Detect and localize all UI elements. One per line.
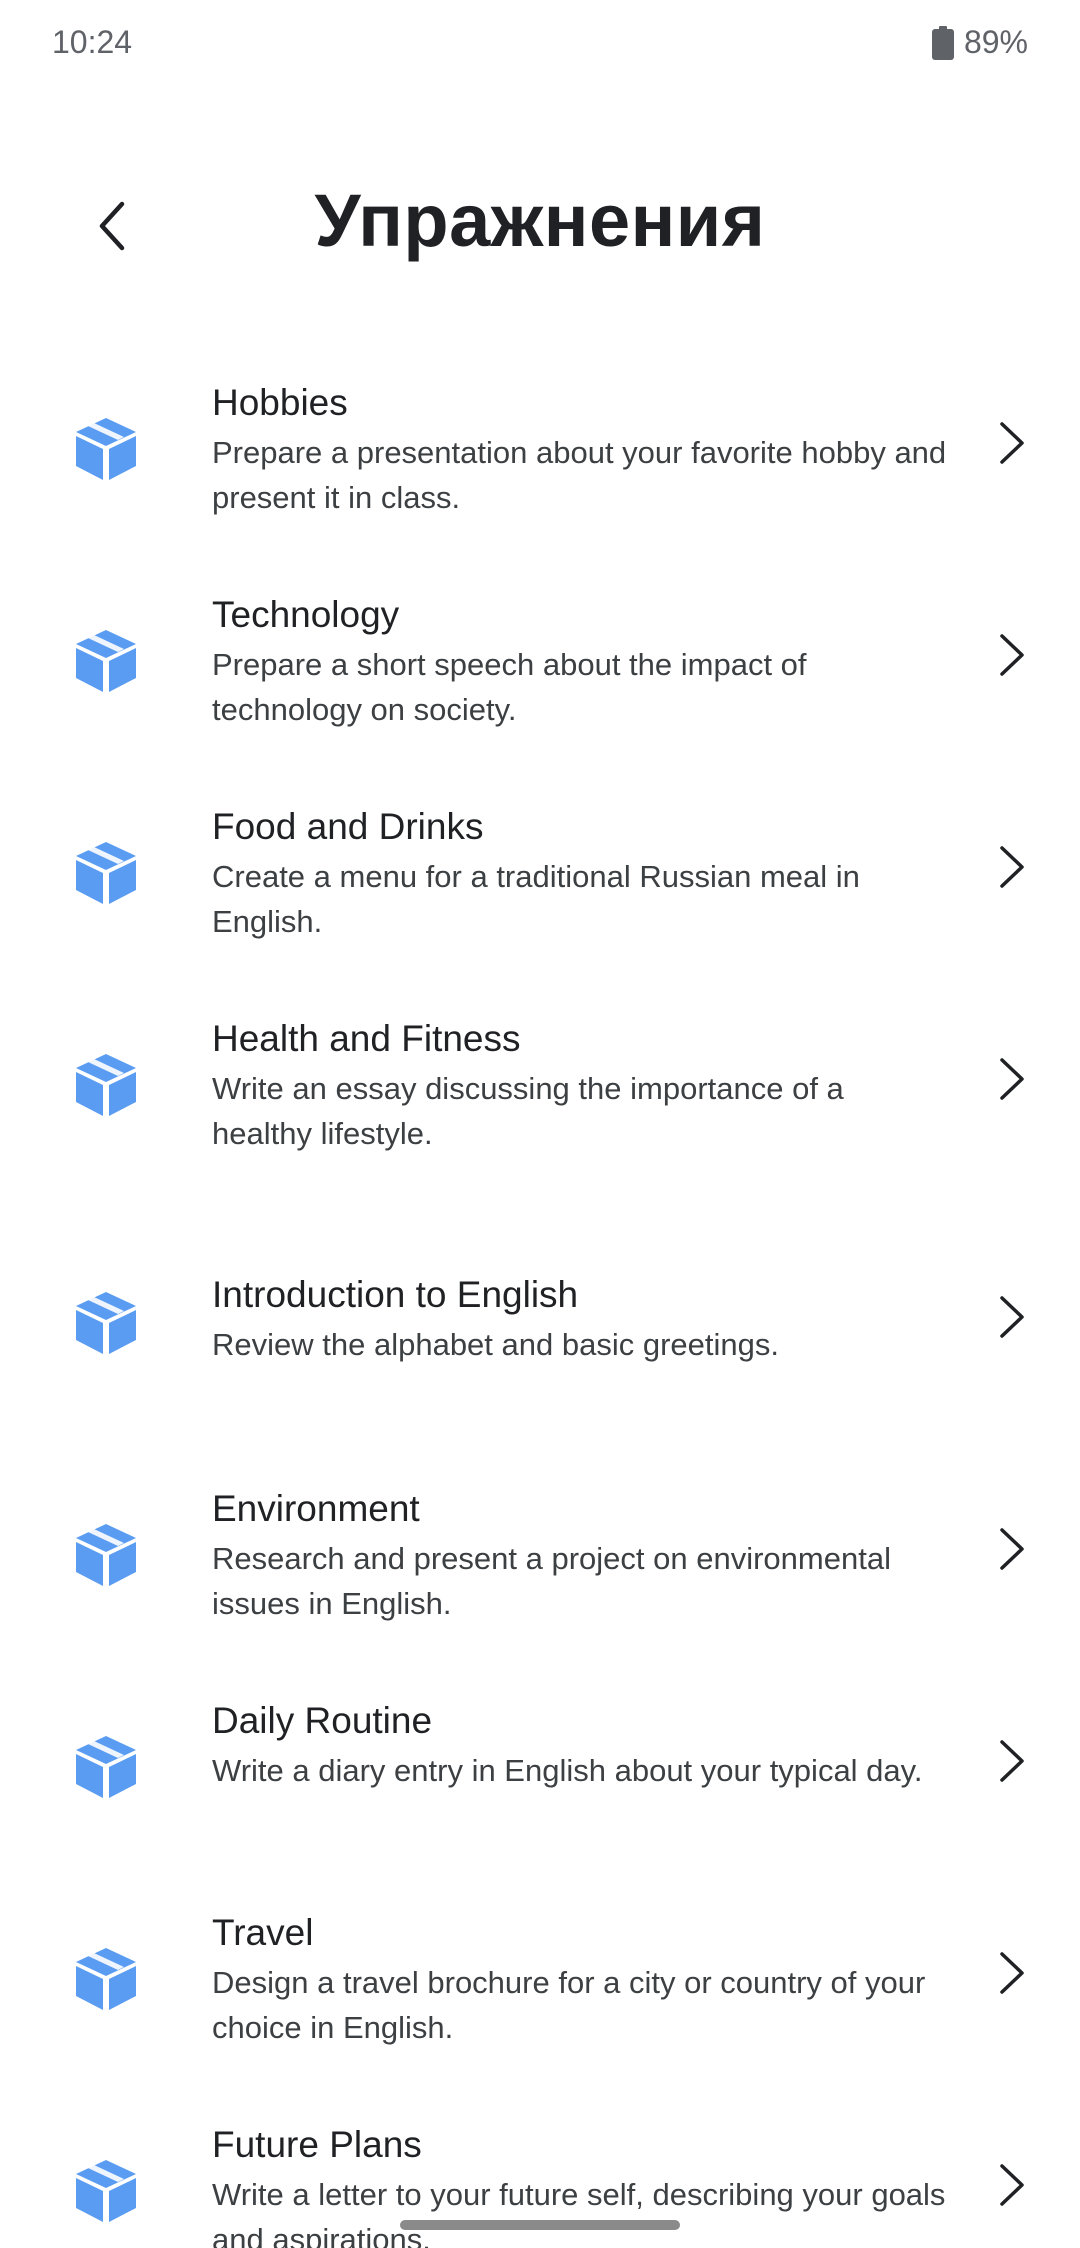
- chevron-right-icon: [986, 1948, 1036, 1998]
- cube-icon: [70, 2154, 142, 2226]
- item-title: Environment: [212, 1488, 420, 1529]
- chevron-right-icon: [986, 1524, 1036, 1574]
- status-bar: 10:24 89%: [0, 0, 1080, 90]
- status-time: 10:24: [52, 24, 133, 60]
- cube-icon: [70, 1518, 142, 1590]
- cube-icon: [70, 1730, 142, 1802]
- item-title: Travel: [212, 1912, 314, 1953]
- chevron-right-icon: [986, 1054, 1036, 1104]
- list-item[interactable]: Introduction to English Review the alpha…: [0, 1242, 1080, 1442]
- cube-icon: [70, 1286, 142, 1358]
- item-description: Prepare a short speech about the impact …: [212, 647, 807, 727]
- cube-icon: [70, 624, 142, 696]
- item-text: Health and Fitness Write an essay discus…: [212, 1016, 952, 1156]
- item-text: Environment Research and present a proje…: [212, 1486, 952, 1626]
- chevron-right-icon: [986, 630, 1036, 680]
- list-item[interactable]: Hobbies Prepare a presentation about you…: [0, 360, 1080, 560]
- cube-icon: [70, 412, 142, 484]
- item-text: Travel Design a travel brochure for a ci…: [212, 1910, 952, 2050]
- status-right: 89%: [931, 24, 1028, 61]
- header: Упражнения: [0, 170, 1080, 290]
- item-description: Research and present a project on enviro…: [212, 1541, 891, 1621]
- item-description: Write a letter to your future self, desc…: [212, 2177, 946, 2248]
- item-text: Food and Drinks Create a menu for a trad…: [212, 804, 952, 944]
- home-indicator[interactable]: [400, 2220, 680, 2230]
- chevron-right-icon: [986, 1292, 1036, 1342]
- item-description: Review the alphabet and basic greetings.: [212, 1327, 779, 1362]
- list-item[interactable]: Technology Prepare a short speech about …: [0, 572, 1080, 772]
- chevron-right-icon: [986, 842, 1036, 892]
- item-title: Introduction to English: [212, 1274, 579, 1315]
- battery-percent: 89%: [963, 24, 1028, 60]
- cube-icon: [70, 1942, 142, 2014]
- chevron-right-icon: [986, 1736, 1036, 1786]
- screen: 10:24 89% Упражнения Hobbies Prepare a p…: [0, 0, 1080, 2248]
- chevron-right-icon: [986, 418, 1036, 468]
- item-title: Technology: [212, 594, 400, 635]
- list-item[interactable]: Health and Fitness Write an essay discus…: [0, 996, 1080, 1196]
- battery-icon: [931, 25, 954, 60]
- item-title: Hobbies: [212, 382, 348, 423]
- item-description: Design a travel brochure for a city or c…: [212, 1965, 926, 2045]
- chevron-right-icon: [986, 2160, 1036, 2210]
- list-item[interactable]: Travel Design a travel brochure for a ci…: [0, 1890, 1080, 2090]
- cube-icon: [70, 1048, 142, 1120]
- item-text: Introduction to English Review the alpha…: [212, 1272, 952, 1367]
- item-title: Future Plans: [212, 2124, 422, 2165]
- list-item[interactable]: Food and Drinks Create a menu for a trad…: [0, 784, 1080, 984]
- list-item[interactable]: Daily Routine Write a diary entry in Eng…: [0, 1678, 1080, 1878]
- list-item[interactable]: Environment Research and present a proje…: [0, 1466, 1080, 1666]
- page-title: Упражнения: [314, 179, 766, 262]
- item-description: Write an essay discussing the importance…: [212, 1071, 844, 1151]
- item-description: Create a menu for a traditional Russian …: [212, 859, 860, 939]
- item-text: Hobbies Prepare a presentation about you…: [212, 380, 952, 520]
- item-title: Daily Routine: [212, 1700, 433, 1741]
- item-title: Food and Drinks: [212, 806, 484, 847]
- item-text: Technology Prepare a short speech about …: [212, 592, 952, 732]
- item-title: Health and Fitness: [212, 1018, 521, 1059]
- item-description: Write a diary entry in English about you…: [212, 1753, 923, 1788]
- item-description: Prepare a presentation about your favori…: [212, 435, 947, 515]
- item-text: Daily Routine Write a diary entry in Eng…: [212, 1698, 952, 1793]
- cube-icon: [70, 836, 142, 908]
